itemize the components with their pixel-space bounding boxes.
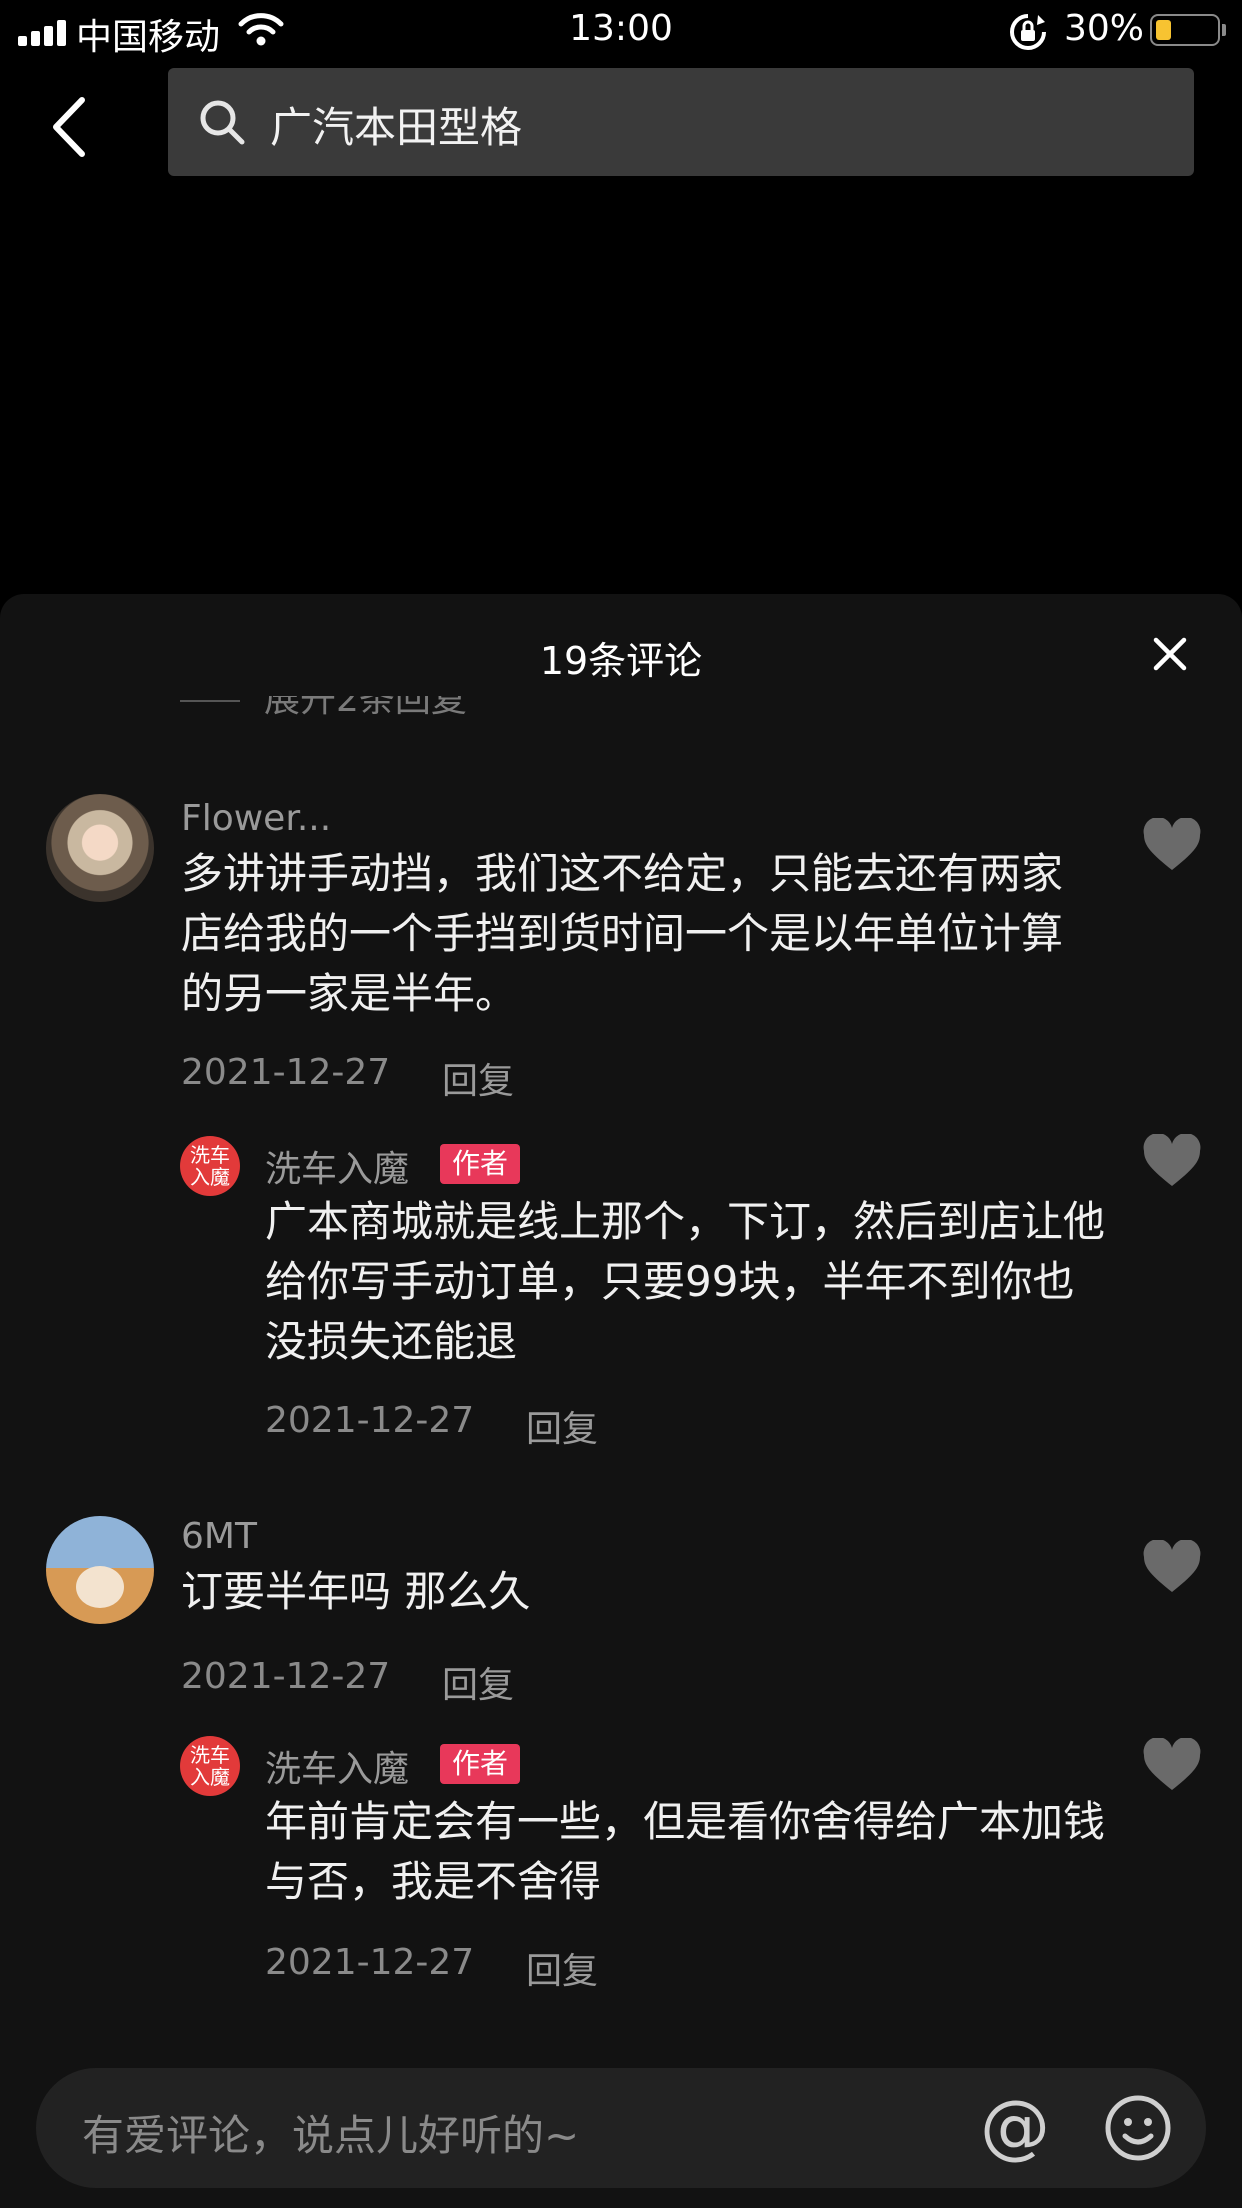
emoji-icon[interactable] — [1104, 2094, 1172, 2162]
reply-button[interactable]: 回复 — [526, 1942, 598, 1994]
mention-at-icon[interactable]: @ — [980, 2086, 1050, 2166]
search-icon — [200, 100, 245, 145]
reply-button[interactable]: 回复 — [526, 1400, 598, 1452]
close-icon[interactable] — [1150, 634, 1190, 674]
status-bar: 中国移动 13:00 30% — [0, 0, 1242, 62]
like-heart-icon[interactable] — [1142, 1738, 1202, 1794]
comment-text: 多讲讲手动挡，我们这不给定，只能去还有两家店给我的一个手挡到货时间一个是以年单位… — [181, 849, 1064, 1018]
battery-icon — [1150, 14, 1220, 46]
author-tag: 作者 — [440, 1744, 521, 1784]
like-heart-icon[interactable] — [1142, 1134, 1202, 1190]
comment-username[interactable]: Flower... — [181, 798, 331, 839]
battery-percentage: 30% — [1064, 8, 1145, 49]
author-avatar[interactable]: 洗车入魔 — [180, 1136, 240, 1196]
comments-panel: 19条评论 展开2条回复 Flower... 多讲讲手动挡，我们这不给定，只能去… — [0, 594, 1242, 2208]
reply-username[interactable]: 洗车入魔 — [265, 1140, 409, 1192]
comment-date: 2021-12-27 — [181, 1656, 391, 1697]
clock: 13:00 — [569, 8, 673, 49]
search-query: 广汽本田型格 — [270, 103, 523, 152]
back-icon[interactable] — [44, 92, 94, 162]
reply-text: 年前肯定会有一些，但是看你舍得给广本加钱与否，我是不舍得 — [265, 1797, 1106, 1906]
like-heart-icon[interactable] — [1142, 818, 1202, 874]
author-tag: 作者 — [440, 1144, 521, 1184]
reply-date: 2021-12-27 — [265, 1942, 475, 1983]
avatar[interactable] — [46, 1516, 154, 1624]
reply-date: 2021-12-27 — [265, 1400, 475, 1441]
author-avatar[interactable]: 洗车入魔 — [180, 1736, 240, 1796]
rotation-lock-icon — [1010, 14, 1046, 50]
comment-input-placeholder: 有爱评论，说点儿好听的~ — [82, 2111, 580, 2160]
like-heart-icon[interactable] — [1142, 1540, 1202, 1596]
reply-username[interactable]: 洗车入魔 — [265, 1740, 409, 1792]
battery-nub — [1222, 24, 1226, 36]
comment-username[interactable]: 6MT — [181, 1516, 257, 1557]
expand-replies-partial[interactable]: 展开2条回复 — [180, 696, 580, 722]
avatar[interactable] — [46, 794, 154, 902]
comment-input[interactable]: 有爱评论，说点儿好听的~ @ — [36, 2068, 1206, 2188]
search-bar[interactable]: 广汽本田型格 — [168, 68, 1194, 176]
reply-button[interactable]: 回复 — [442, 1656, 514, 1708]
comment-text: 订要半年吗 那么久 — [181, 1567, 531, 1616]
reply-text: 广本商城就是线上那个，下订，然后到店让他给你写手动订单，只要99块，半年不到你也… — [265, 1197, 1106, 1366]
comment-date: 2021-12-27 — [181, 1052, 391, 1093]
comments-count-title: 19条评论 — [539, 639, 703, 683]
reply-button[interactable]: 回复 — [442, 1052, 514, 1104]
